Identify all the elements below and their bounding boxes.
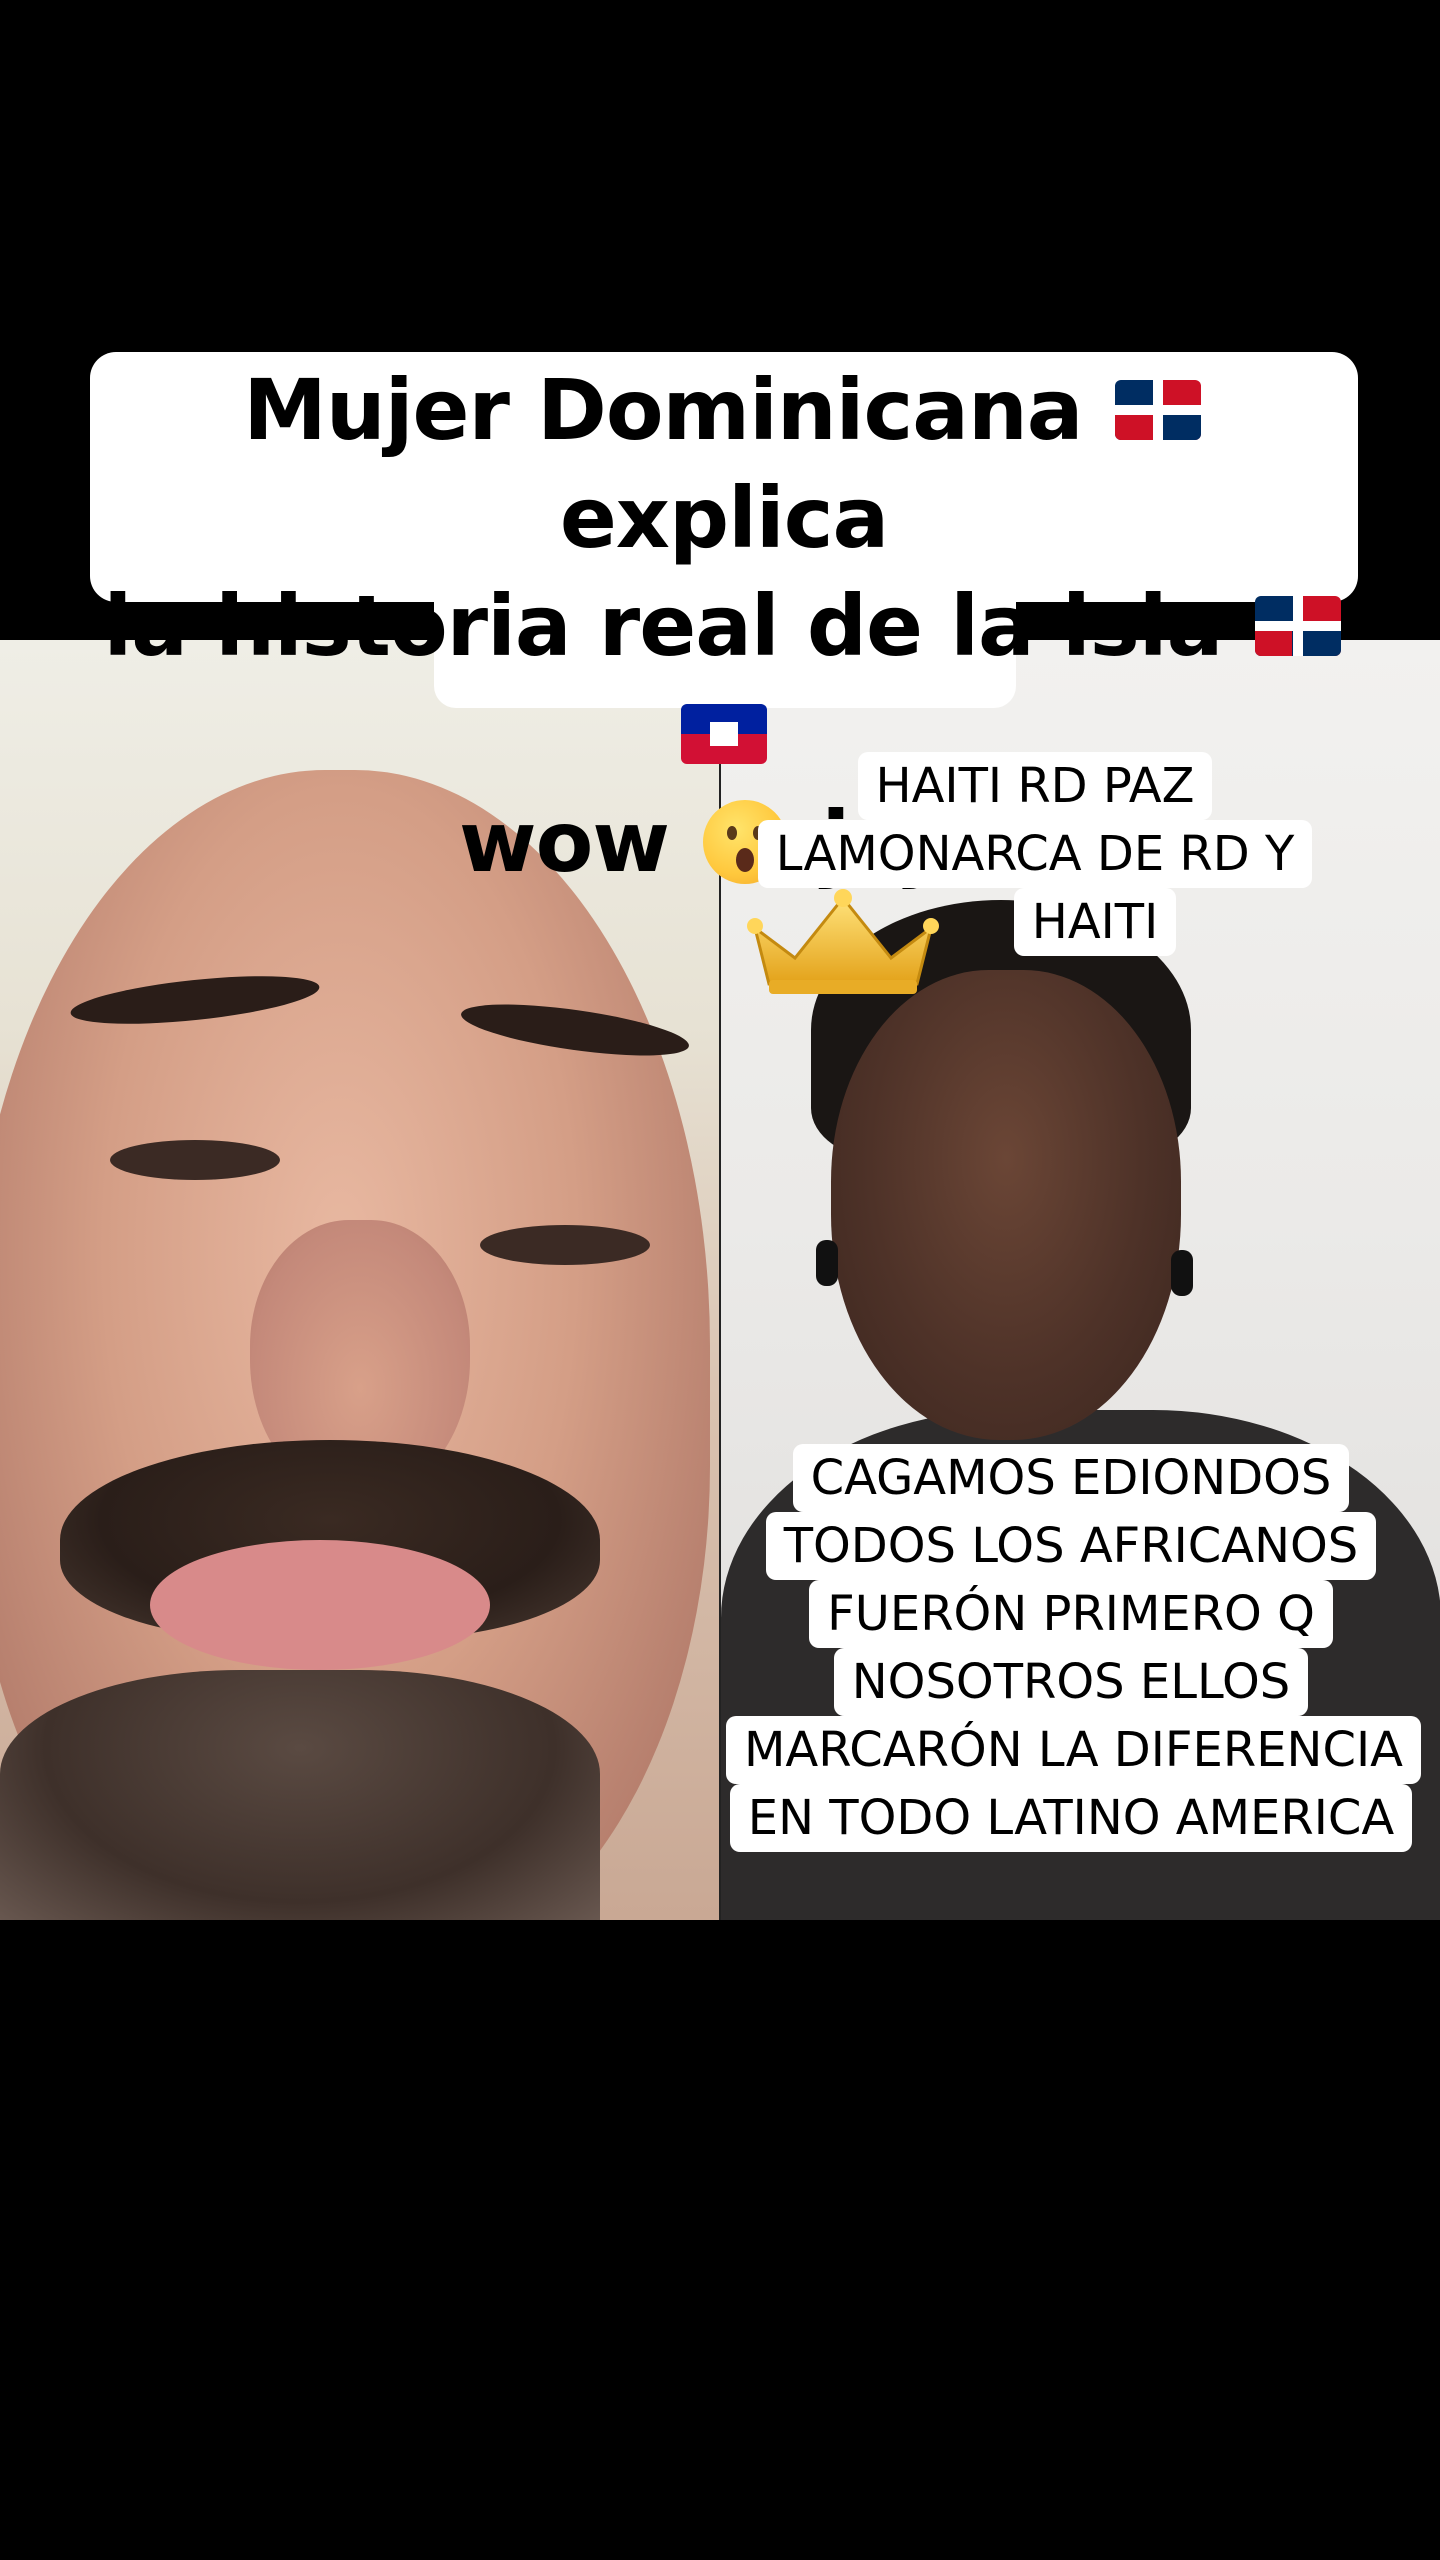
- beard: [0, 1670, 600, 1920]
- caption-line: TODOS LOS AFRICANOS: [765, 1512, 1377, 1580]
- caption-line: CAGAMOS EDIONDOS: [792, 1444, 1350, 1512]
- earbud-icon: [816, 1240, 838, 1286]
- dominican-republic-flag-icon: [1254, 596, 1341, 657]
- woman-head: [831, 970, 1181, 1440]
- caption-line: MARCARÓN LA DIFERENCIA: [726, 1716, 1421, 1784]
- caption-bottom: CAGAMOS EDIONDOS TODOS LOS AFRICANOS FUE…: [726, 1444, 1421, 1852]
- caption-line: EN TODO LATINO AMERICA: [729, 1784, 1413, 1852]
- title-text-segment: la historia real de la isla: [103, 577, 1223, 675]
- caption-line: FUERÓN PRIMERO Q: [809, 1580, 1333, 1648]
- earbud-icon: [1171, 1250, 1193, 1296]
- caption-line: HAITI RD PAZ: [857, 752, 1213, 820]
- crown-icon: [747, 889, 939, 994]
- title-text-segment: wow: [459, 793, 670, 891]
- title-text-segment: Mujer Dominicana: [243, 361, 1083, 459]
- eye: [480, 1225, 650, 1265]
- caption-line: LAMONARCA DE RD Y: [757, 820, 1313, 888]
- dominican-republic-flag-icon: [1114, 380, 1201, 441]
- caption-line: HAITI: [1013, 888, 1177, 956]
- title-line-1: Mujer Dominicana explica: [90, 356, 1358, 572]
- screen: { "title": { "line1_part1": "Mujer Domin…: [0, 0, 1440, 2560]
- caption-line: NOSOTROS ELLOS: [833, 1648, 1309, 1716]
- lips: [150, 1540, 490, 1670]
- eye: [110, 1140, 280, 1180]
- title-text-segment: explica: [559, 469, 889, 567]
